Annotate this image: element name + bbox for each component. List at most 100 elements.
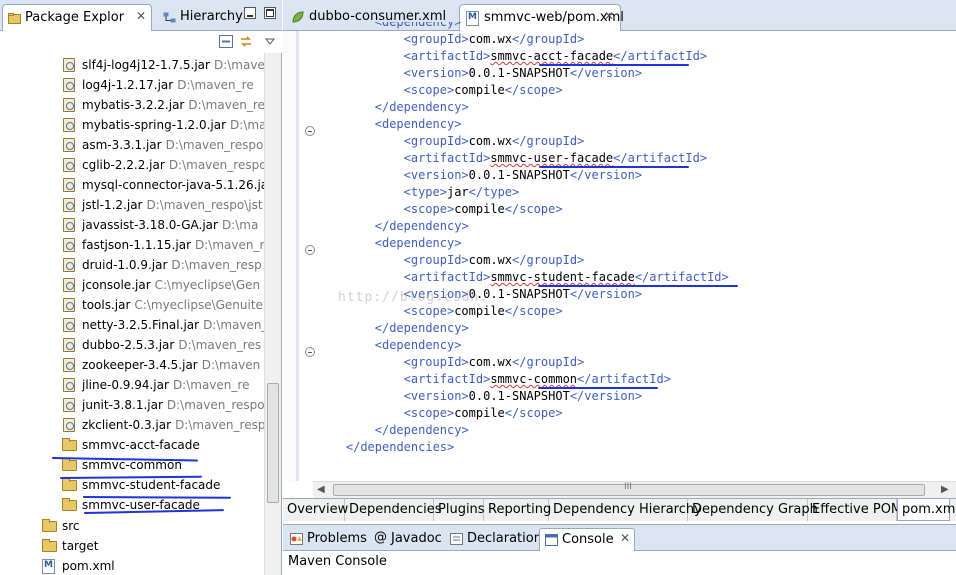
close-icon[interactable]: ✕ bbox=[604, 9, 614, 23]
xml-tag: <groupId> bbox=[403, 134, 469, 148]
tree-item-jar[interactable]: slf4j-log4j12-1.7.5.jar D:\mave bbox=[63, 55, 264, 75]
jar-name: junit-3.8.1.jar bbox=[82, 398, 163, 412]
jar-icon bbox=[63, 58, 75, 72]
tree-item-jar[interactable]: druid-1.0.9.jar D:\maven_resp bbox=[63, 255, 262, 275]
pom-page-tab[interactable]: Dependency Graph bbox=[688, 499, 818, 521]
jar-icon bbox=[63, 278, 75, 292]
tree-item-pom-xml[interactable]: pom.xml bbox=[42, 556, 115, 575]
tree-item-jar[interactable]: mybatis-3.2.2.jar D:\maven_re bbox=[63, 95, 264, 115]
tree-item-jar[interactable]: netty-3.2.5.Final.jar D:\maven_ bbox=[63, 315, 264, 335]
tree-item-jar[interactable]: jstl-1.2.jar D:\maven_respo\jst bbox=[63, 195, 263, 215]
close-icon[interactable]: ✕ bbox=[136, 9, 146, 23]
xml-text: smmvc-acct-facade bbox=[490, 49, 614, 63]
tree-item-jar[interactable]: junit-3.8.1.jar D:\maven_respo bbox=[63, 395, 264, 415]
tree-item-jar[interactable]: dubbo-2.5.3.jar D:\maven_res bbox=[63, 335, 261, 355]
code-line: <groupId>com.wx</groupId> bbox=[404, 133, 585, 150]
xml-tag: <scope> bbox=[403, 202, 455, 216]
xml-text: 0.0.1-SNAPSHOT bbox=[468, 389, 570, 403]
view-menu-chevron-down-icon[interactable] bbox=[263, 35, 277, 48]
tree-item-jar[interactable]: zookeeper-3.4.5.jar D:\maven bbox=[63, 355, 260, 375]
jar-icon bbox=[63, 238, 75, 252]
xml-text: smmvc-common bbox=[490, 372, 578, 386]
pom-page-tab[interactable]: Overview bbox=[283, 499, 348, 521]
declaration-icon bbox=[450, 533, 463, 545]
tab-problems[interactable]: Problems bbox=[285, 528, 367, 551]
problems-icon bbox=[290, 533, 303, 545]
pom-page-tab[interactable]: pom.xml bbox=[897, 499, 956, 521]
jar-icon bbox=[63, 198, 75, 212]
pom-page-tab[interactable]: Reporting bbox=[484, 499, 551, 521]
xml-tag: <groupId> bbox=[403, 355, 469, 369]
tab-declaration[interactable]: Declaration bbox=[445, 528, 542, 551]
scrollbar-thumb[interactable]: III bbox=[333, 482, 925, 496]
tree-item-jar[interactable]: cglib-2.2.2.jar D:\maven_respo bbox=[63, 155, 264, 175]
tab-javadoc[interactable]: @ Javadoc bbox=[369, 528, 447, 551]
tree-item-jar[interactable]: javassist-3.18.0-GA.jar D:\ma bbox=[63, 215, 258, 235]
editor-horizontal-scrollbar[interactable]: ◀ III ▶ bbox=[313, 481, 956, 498]
tree-item-jar[interactable]: jline-0.9.94.jar D:\maven_re bbox=[63, 375, 249, 395]
maximize-button[interactable] bbox=[264, 7, 276, 19]
scroll-left-icon[interactable]: ◀ bbox=[317, 484, 325, 495]
project-folder-icon bbox=[62, 478, 77, 491]
jar-name: fastjson-1.1.15.jar bbox=[82, 238, 192, 252]
pom-page-tab[interactable]: Plugins bbox=[434, 499, 485, 521]
tree-item-jar[interactable]: fastjson-1.1.15.jar D:\maven_r bbox=[63, 235, 264, 255]
code-line: </dependency> bbox=[375, 422, 469, 439]
xml-tag: <artifactId> bbox=[403, 270, 491, 284]
pom-editor-page-tabs: Overview Dependencies Plugins Reporting Depe… bbox=[283, 498, 956, 521]
tree-vertical-scrollbar[interactable] bbox=[264, 53, 281, 575]
tree-item-src[interactable]: src bbox=[42, 516, 80, 536]
jar-path: D:\maven_r bbox=[195, 238, 264, 252]
jar-path: D:\mave bbox=[213, 58, 264, 72]
scrollbar-thumb[interactable] bbox=[267, 383, 279, 503]
tree-item-jar[interactable]: asm-3.3.1.jar D:\maven_respo bbox=[63, 135, 263, 155]
tree-item-jar[interactable]: mybatis-spring-1.2.0.jar D:\ma bbox=[63, 115, 264, 135]
project-folder-icon bbox=[62, 498, 77, 511]
tree-item-jar[interactable]: log4j-1.2.17.jar D:\maven_re bbox=[63, 75, 254, 95]
tree-item-project[interactable]: smmvc-acct-facade bbox=[62, 435, 200, 455]
folding-ruler bbox=[299, 31, 313, 481]
watermark-text: http://blog.csdn. bbox=[338, 290, 489, 305]
tree-item-target[interactable]: target bbox=[42, 536, 99, 556]
tree-item-jar[interactable]: tools.jar C:\myeclipse\Genuite bbox=[63, 295, 263, 315]
console-view: Problems @ Javadoc Declaration Console ✕… bbox=[283, 524, 956, 575]
close-icon[interactable]: ✕ bbox=[620, 531, 630, 545]
code-line: <dependency> bbox=[375, 337, 462, 354]
scroll-right-icon[interactable]: ▶ bbox=[941, 484, 949, 495]
xml-tag: </version> bbox=[569, 168, 643, 182]
pom-page-tab[interactable]: Dependencies bbox=[345, 499, 442, 521]
xml-tag: <artifactId> bbox=[403, 151, 491, 165]
tab-package-explorer-label: Package Explor bbox=[25, 10, 125, 25]
jar-icon bbox=[63, 258, 75, 272]
tree-item-jar[interactable]: jconsole.jar C:\myeclipse\Gen bbox=[63, 275, 260, 295]
link-with-editor-icon[interactable] bbox=[239, 35, 253, 48]
xml-tag: </groupId> bbox=[512, 253, 585, 267]
pom-page-tab[interactable]: Dependency Hierarchy bbox=[549, 499, 702, 521]
code-line: </dependency> bbox=[375, 320, 469, 337]
code-line: <scope>compile</scope> bbox=[404, 82, 563, 99]
pom-page-tab[interactable]: Effective POM bbox=[808, 499, 902, 521]
tab-package-explorer[interactable]: Package Explor ✕ bbox=[2, 4, 152, 31]
collapse-all-icon[interactable] bbox=[219, 35, 233, 48]
xml-tag: </scope> bbox=[504, 406, 563, 420]
jar-icon bbox=[63, 118, 75, 132]
xml-tag: </dependency> bbox=[374, 100, 469, 114]
tab-hierarchy[interactable]: Hierarchy bbox=[158, 4, 243, 31]
xml-tag: </groupId> bbox=[512, 355, 585, 369]
xml-text: com.wx bbox=[468, 253, 513, 267]
xml-source-code[interactable]: <dependency> <groupId>com.wx</groupId> <ar… bbox=[313, 22, 953, 482]
tab-console[interactable]: Console ✕ bbox=[539, 528, 635, 551]
code-line: </dependency> bbox=[375, 218, 469, 235]
xml-text: 0.0.1-SNAPSHOT bbox=[468, 66, 570, 80]
xml-tag: <artifactId> bbox=[403, 49, 491, 63]
tree-item-label: pom.xml bbox=[62, 559, 115, 573]
xml-tag: <groupId> bbox=[403, 32, 469, 46]
xml-text: compile bbox=[454, 83, 505, 97]
tree-item-jar[interactable]: zkclient-0.3.jar D:\maven_resp bbox=[63, 415, 264, 435]
minimize-button[interactable] bbox=[244, 7, 256, 19]
jar-path: D:\maven_ bbox=[203, 318, 264, 332]
jar-path: D:\maven_respo bbox=[168, 158, 264, 172]
annotation-underline bbox=[539, 64, 689, 66]
tree-item-jar[interactable]: mysql-connector-java-5.1.26.jar bbox=[63, 175, 264, 195]
jar-name: netty-3.2.5.Final.jar bbox=[82, 318, 200, 332]
